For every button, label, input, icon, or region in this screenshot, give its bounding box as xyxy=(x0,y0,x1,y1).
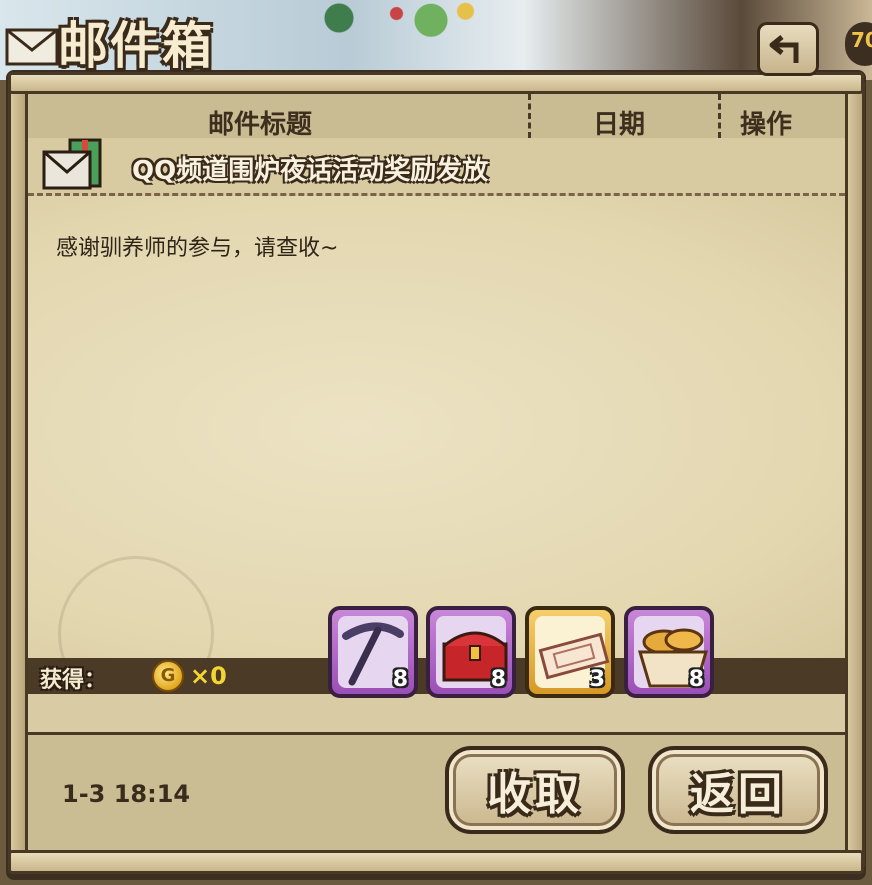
collect-button-label: 收取 xyxy=(487,769,583,820)
mail-date: 1-3 18:14 xyxy=(62,780,191,808)
return-button-label: 返回 xyxy=(690,769,786,820)
reward-item-pickaxe[interactable]: 8 xyxy=(328,606,418,698)
header-divider xyxy=(528,94,531,138)
item-count: 3 xyxy=(589,667,605,692)
return-button[interactable]: 返回 xyxy=(648,746,828,834)
page-title: 邮件箱 xyxy=(58,16,214,75)
item-count: 8 xyxy=(490,667,506,692)
frame-rail-bottom xyxy=(8,850,864,874)
title-bar: 邮件箱 xyxy=(0,0,262,82)
reward-item-ticket[interactable]: 3 xyxy=(525,606,615,698)
mail-subject: QQ频道围炉夜话活动奖励发放 xyxy=(132,156,489,186)
back-arrow-button[interactable] xyxy=(757,22,819,76)
mail-table-header: 邮件标题 日期 操作 xyxy=(28,94,845,141)
return-arrow-icon xyxy=(769,35,799,63)
collect-button[interactable]: 收取 xyxy=(445,746,625,834)
coin-count: ×0 xyxy=(190,662,227,690)
mail-body-text: 感谢驯养师的参与，请查收~ xyxy=(56,236,339,261)
reward-label: 获得： xyxy=(40,668,107,693)
gift-mail-icon xyxy=(42,138,102,190)
reward-item-bread[interactable]: 8 xyxy=(624,606,714,698)
envelope-icon xyxy=(5,28,59,66)
header-action: 操作 xyxy=(740,110,793,140)
frame-rail-left xyxy=(8,82,28,866)
header-divider xyxy=(718,94,721,138)
mail-body-area: 感谢驯养师的参与，请查收~ xyxy=(28,196,845,712)
frame-rail-right xyxy=(845,82,865,866)
reward-item-chest[interactable]: 8 xyxy=(426,606,516,698)
header-title: 邮件标题 xyxy=(208,110,313,140)
header-date: 日期 xyxy=(593,110,646,140)
christmas-tree-decoration xyxy=(270,0,500,45)
item-count: 8 xyxy=(392,667,408,692)
item-count: 8 xyxy=(688,667,704,692)
mail-subject-row: QQ频道围炉夜话活动奖励发放 xyxy=(28,138,845,196)
gold-coin-icon: G xyxy=(152,660,184,692)
